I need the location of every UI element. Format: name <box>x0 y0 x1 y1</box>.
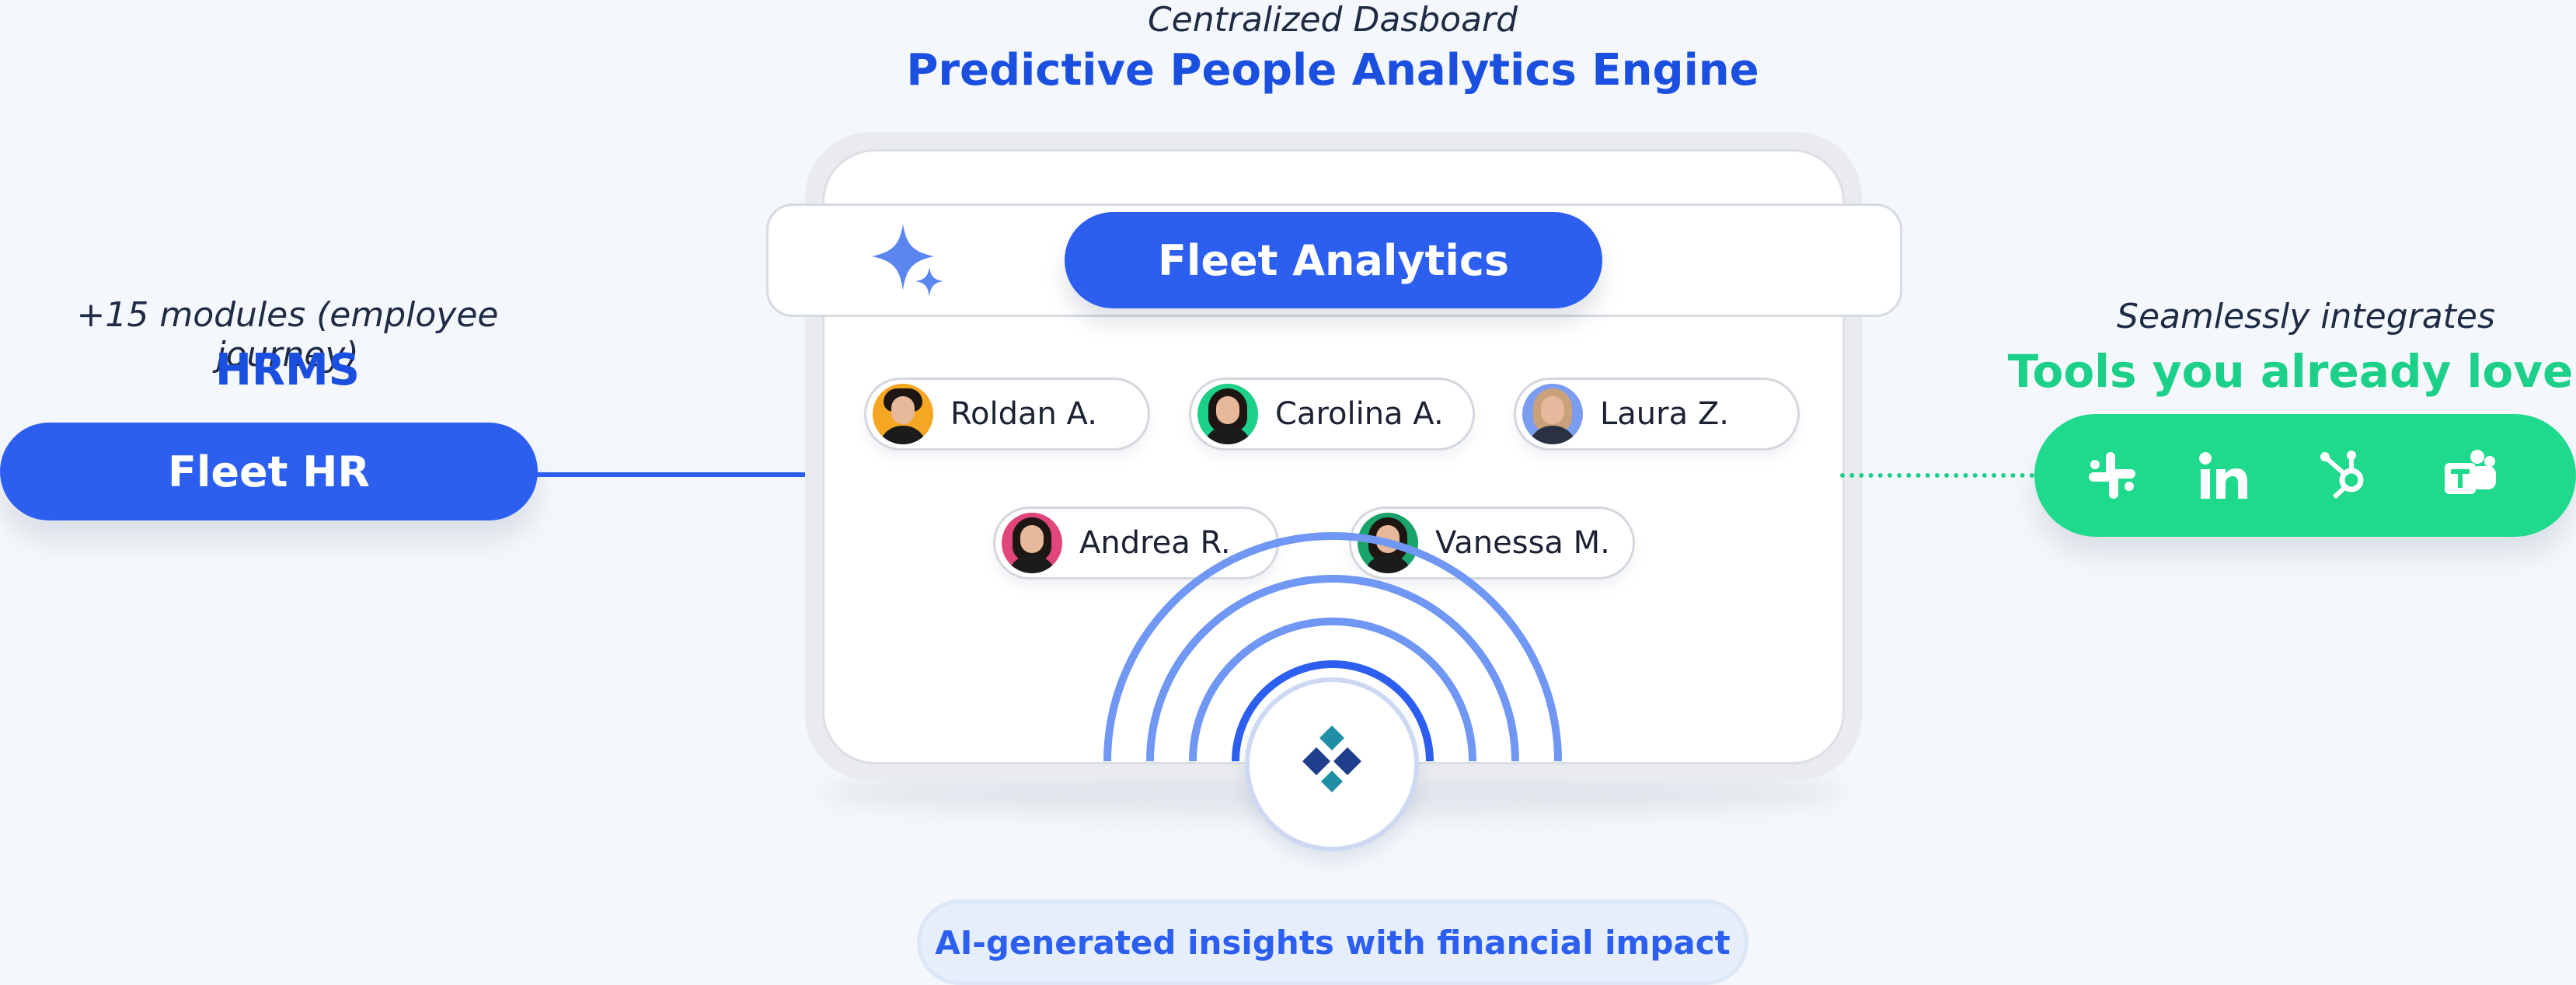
hubspot-icon[interactable] <box>2317 446 2376 505</box>
slack-icon[interactable] <box>2083 446 2142 505</box>
person-name: Laura Z. <box>1600 396 1729 432</box>
center-subtitle: Centralized Dasboard <box>1147 0 1518 40</box>
hr-connector-line <box>536 472 808 477</box>
person-name: Roldan A. <box>950 396 1097 432</box>
hrms-title: HRMS <box>214 345 361 395</box>
center-title: Predictive People Analytics Engine <box>906 45 1759 96</box>
fleet-analytics-button[interactable]: Fleet Analytics <box>1065 212 1602 308</box>
avatar <box>1522 384 1583 444</box>
insights-banner: AI-generated insights with financial imp… <box>917 900 1748 985</box>
avatar <box>1197 384 1258 444</box>
fleet-logo-icon <box>1302 726 1361 792</box>
tools-subtitle: Seamlessly integrates <box>2117 297 2495 336</box>
linkedin-icon[interactable] <box>2194 446 2254 505</box>
avatar <box>873 384 933 444</box>
person-chip-laura[interactable]: Laura Z. <box>1514 378 1800 451</box>
teams-icon[interactable] <box>2440 446 2499 505</box>
tools-connector-line <box>1840 473 2034 478</box>
avatar <box>1002 513 1062 573</box>
person-chip-carolina[interactable]: Carolina A. <box>1189 378 1475 451</box>
person-name: Carolina A. <box>1275 396 1444 432</box>
sparkle-icon <box>872 224 943 297</box>
person-chip-roldan[interactable]: Roldan A. <box>864 378 1150 451</box>
fleet-hr-button[interactable]: Fleet HR <box>0 423 538 520</box>
tools-title: Tools you already love <box>2007 345 2574 398</box>
